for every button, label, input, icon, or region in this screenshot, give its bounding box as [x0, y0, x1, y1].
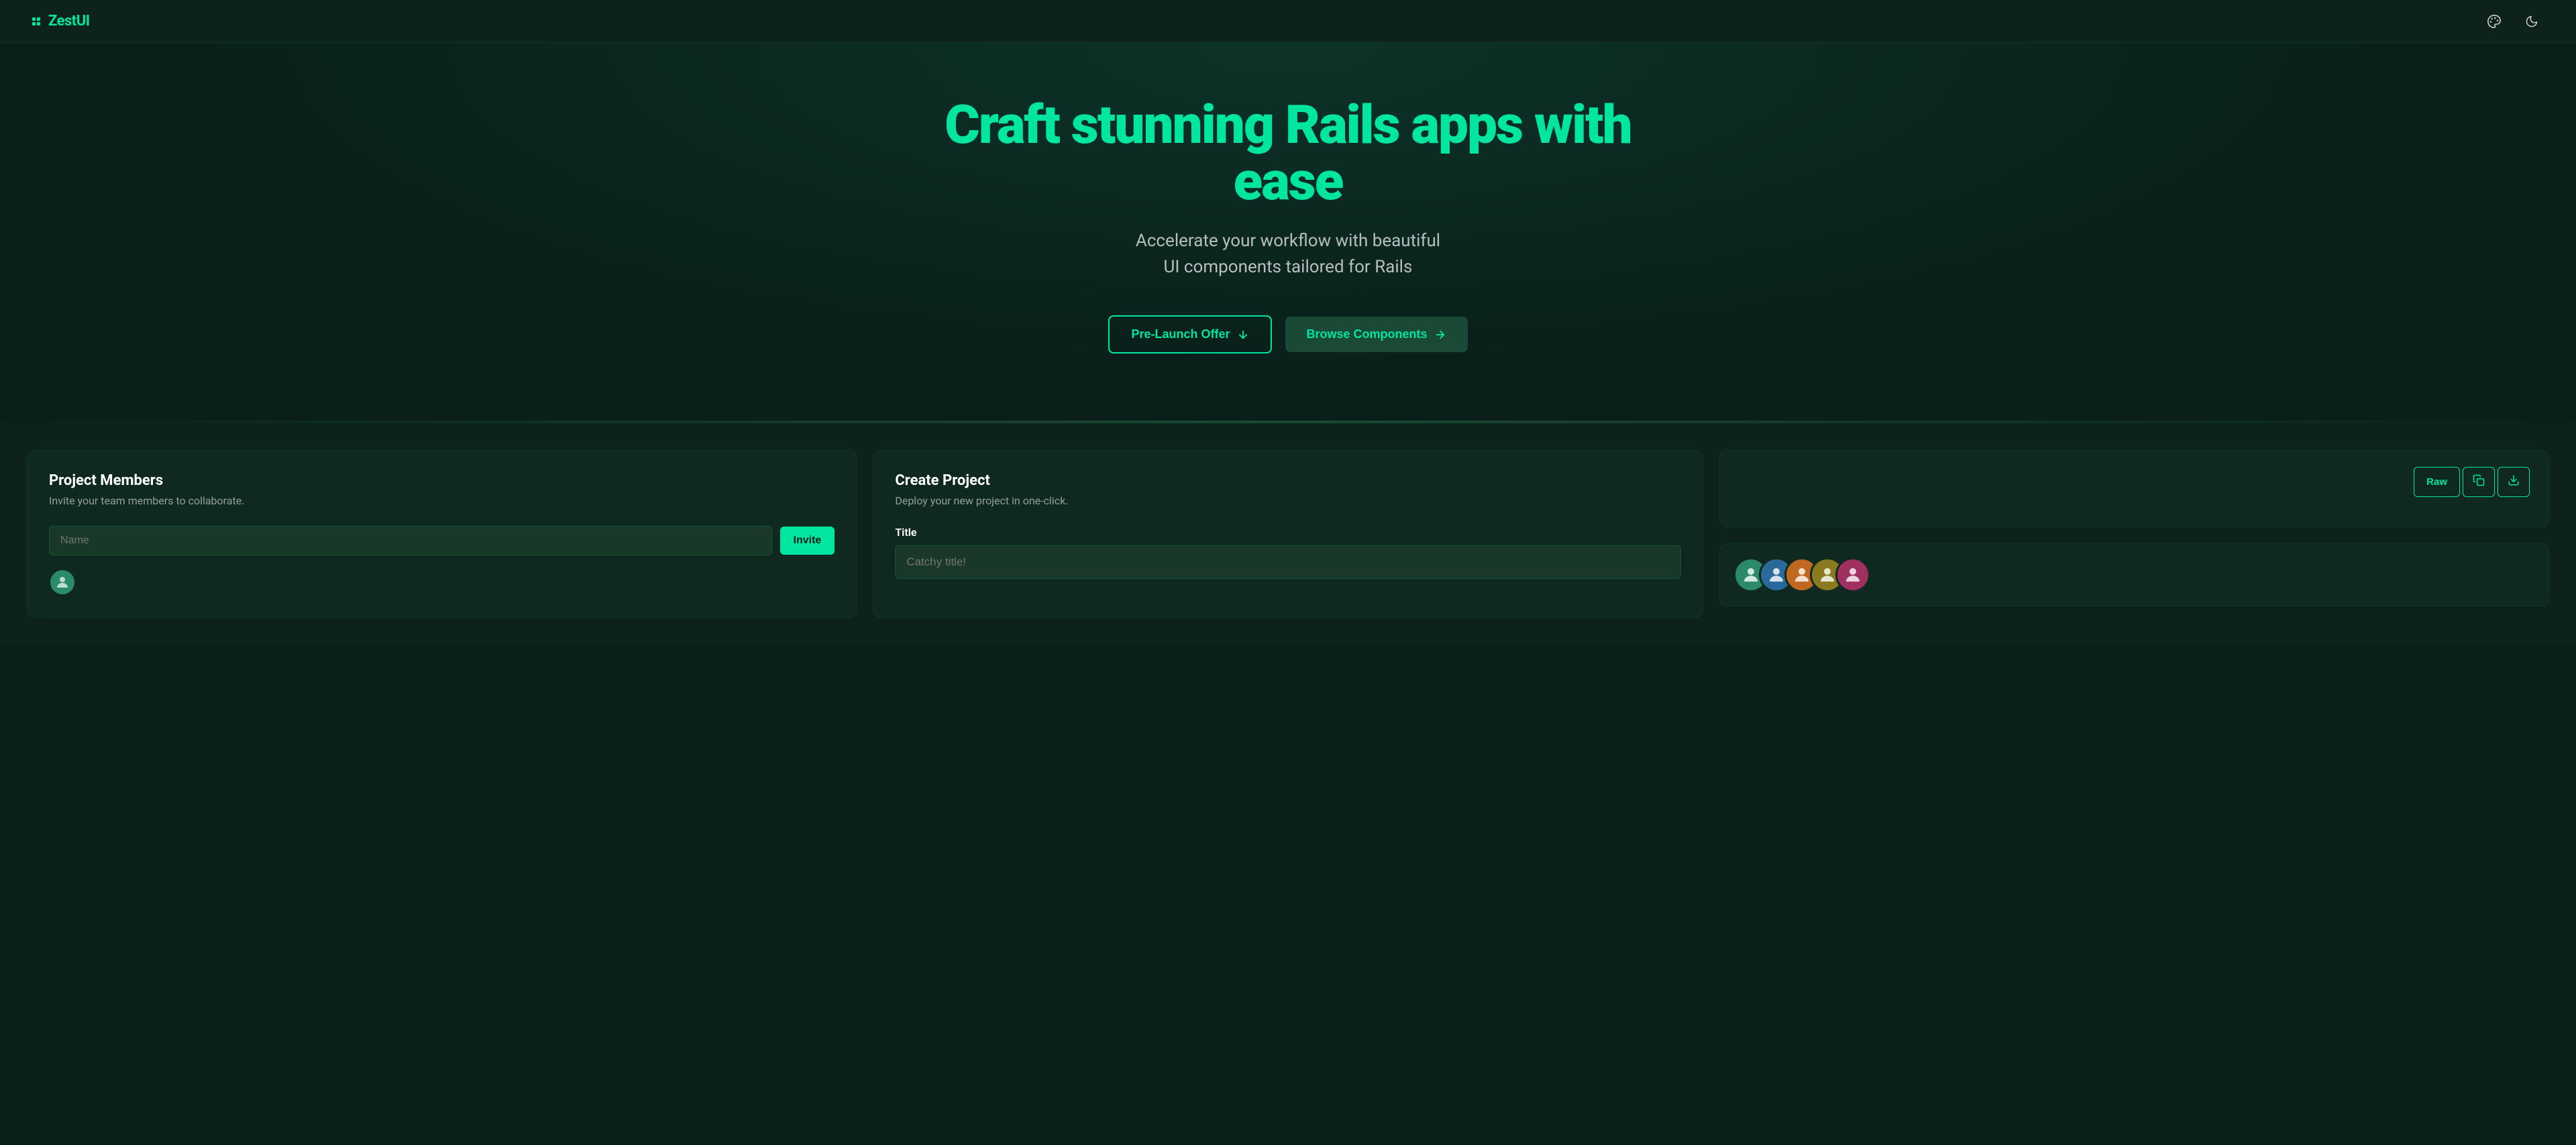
download-button[interactable]: [2498, 467, 2530, 497]
moon-icon: [2525, 15, 2538, 28]
download-icon: [2508, 474, 2520, 486]
dark-mode-button[interactable]: [2520, 9, 2544, 34]
logo-text: ZestUI: [48, 13, 90, 30]
hero-subtitle: Accelerate your workflow with beautiful …: [1136, 228, 1440, 280]
copy-button[interactable]: [2463, 467, 2495, 497]
logo-icon: [32, 17, 40, 25]
copy-icon: [2473, 474, 2485, 486]
cards-section: Project Members Invite your team members…: [0, 423, 2576, 645]
create-project-subtitle: Deploy your new project in one-click.: [895, 494, 1680, 507]
third-column: Raw: [1719, 450, 2549, 618]
create-project-card: Create Project Deploy your new project i…: [873, 450, 1703, 618]
arrow-right-icon: [1434, 329, 1446, 341]
avatar: [1835, 557, 1870, 592]
name-input[interactable]: [49, 526, 772, 555]
invite-button[interactable]: Invite: [780, 527, 835, 555]
pre-launch-button[interactable]: Pre-Launch Offer: [1108, 315, 1271, 353]
project-title-input[interactable]: [895, 545, 1680, 579]
project-members-card: Project Members Invite your team members…: [27, 450, 857, 618]
avatar: [49, 569, 76, 596]
browse-components-button[interactable]: Browse Components: [1285, 317, 1468, 352]
logo[interactable]: ZestUI: [32, 13, 90, 30]
hero-title: Craft stunning Rails apps with ease: [885, 97, 1690, 209]
project-members-subtitle: Invite your team members to collaborate.: [49, 494, 835, 507]
hero-section: Craft stunning Rails apps with ease Acce…: [0, 43, 2576, 421]
raw-button[interactable]: Raw: [2414, 467, 2460, 497]
toolbar-row: Raw: [1739, 467, 2530, 497]
project-members-title: Project Members: [49, 472, 835, 489]
palette-icon-button[interactable]: [2482, 9, 2506, 34]
members-avatar-row: [49, 569, 835, 596]
palette-icon: [2487, 14, 2502, 29]
hero-buttons: Pre-Launch Offer Browse Components: [1108, 315, 1467, 353]
arrow-down-icon: [1237, 329, 1249, 341]
toolbar-card: Raw: [1719, 450, 2549, 527]
invite-input-row: Invite: [49, 526, 835, 555]
nav-icons: [2482, 9, 2544, 34]
navbar: ZestUI: [0, 0, 2576, 43]
create-project-title: Create Project: [895, 472, 1680, 489]
avatar-cluster-card: [1719, 543, 2549, 606]
title-field-label: Title: [895, 526, 1680, 539]
